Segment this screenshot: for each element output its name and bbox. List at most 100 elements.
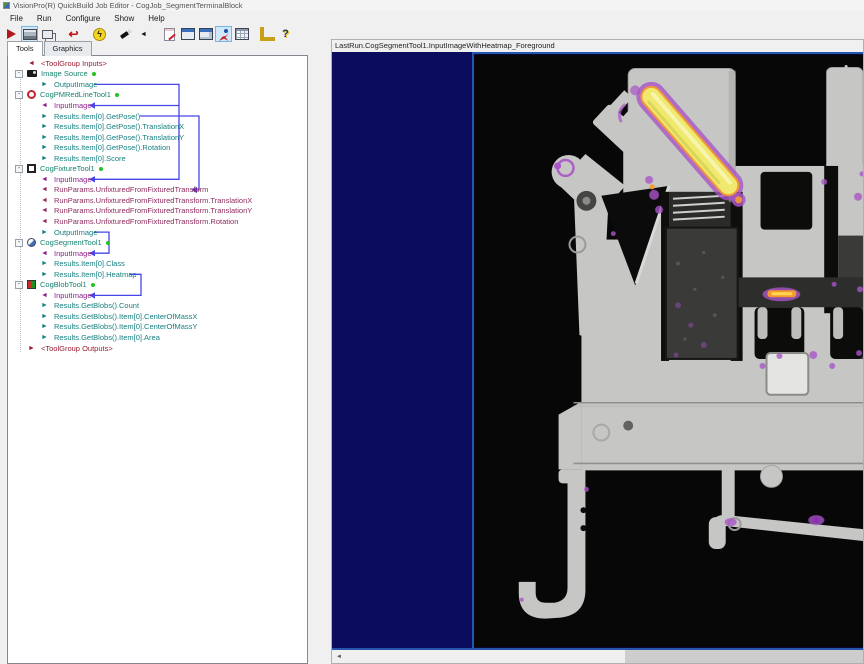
tree-row[interactable]: InputImage <box>8 174 307 185</box>
tree-row[interactable]: RunParams.UnfixturedFromFixturedTransfor… <box>8 185 307 196</box>
expander-icon[interactable] <box>15 91 23 99</box>
image-display-area[interactable] <box>332 52 863 650</box>
tree-row-label: CogFixtureTool1 <box>40 164 95 173</box>
tree-row[interactable]: <ToolGroup Outputs> <box>8 343 307 354</box>
tree-row-label: Results.Item[0].Class <box>54 259 125 268</box>
pin-arrow-icon <box>41 197 54 204</box>
tree-row[interactable]: Results.Item[0].Heatmap <box>8 269 307 280</box>
tree-row[interactable]: Image Source <box>8 69 307 80</box>
expander-icon[interactable] <box>15 239 23 247</box>
run-mode-button[interactable] <box>215 26 232 42</box>
tree-row-label: InputImage <box>54 249 92 258</box>
inspection-image <box>472 52 863 648</box>
tree-row[interactable]: RunParams.UnfixturedFromFixturedTransfor… <box>8 216 307 227</box>
pin-arrow-icon <box>28 345 41 352</box>
menu-item[interactable]: Help <box>141 12 171 25</box>
pin-arrow-icon <box>41 113 54 120</box>
scrollbar-track[interactable] <box>346 650 863 663</box>
tree-row-label: RunParams.UnfixturedFromFixturedTransfor… <box>54 217 238 226</box>
pin-arrow-icon <box>41 302 54 309</box>
run-job-button[interactable] <box>3 26 20 42</box>
tree-row[interactable]: Results.Item[0].GetPose().TranslationY <box>8 132 307 143</box>
tree-row-label: <ToolGroup Outputs> <box>41 344 113 353</box>
tree-row[interactable]: Results.Item[0].GetPose() <box>8 111 307 122</box>
job-notes-button[interactable] <box>161 26 178 42</box>
heatmap-blob-small <box>763 287 801 301</box>
tree-row[interactable]: CogFixtureTool1 <box>8 163 307 174</box>
window-title: VisionPro(R) QuickBuild Job Editor - Cog… <box>13 1 243 10</box>
title-bar: VisionPro(R) QuickBuild Job Editor - Cog… <box>0 0 864 11</box>
pin-arrow-icon <box>28 60 41 67</box>
tree-row-label: Results.GetBlobs().Item[0].CenterOfMassY <box>54 322 197 331</box>
tree-row[interactable]: InputImage <box>8 290 307 301</box>
scroll-left-button[interactable]: ◄ <box>332 650 346 663</box>
pointer-mode-button[interactable] <box>135 26 152 42</box>
image-display-button[interactable] <box>21 26 38 42</box>
pin-arrow-icon <box>41 334 54 341</box>
menu-item[interactable]: File <box>3 12 30 25</box>
tree-row-label: InputImage <box>54 101 92 110</box>
tree-row-label: CogSegmentTool1 <box>40 238 102 247</box>
modified-dot <box>115 93 119 97</box>
clear-graphics-button[interactable] <box>117 26 134 42</box>
horizontal-scrollbar: ◄ <box>332 650 863 663</box>
pin-arrow-icon <box>41 102 54 109</box>
help-button[interactable] <box>277 26 294 42</box>
floating-window-2-button[interactable] <box>197 26 214 42</box>
tool-tree-panel[interactable]: <ToolGroup Inputs> Image Source OutputIm… <box>7 55 308 664</box>
tree-row-label: Results.Item[0].Heatmap <box>54 270 137 279</box>
tree-row-label: RunParams.UnfixturedFromFixturedTransfor… <box>54 196 252 205</box>
pin-arrow-icon <box>41 229 54 236</box>
expander-icon[interactable] <box>15 70 23 78</box>
tree-row[interactable]: RunParams.UnfixturedFromFixturedTransfor… <box>8 195 307 206</box>
left-panel-tabs: ToolsGraphics <box>7 41 93 56</box>
pin-arrow-icon <box>41 250 54 257</box>
menu-bar: FileRunConfigureShowHelp <box>0 11 864 25</box>
tree-row[interactable]: InputImage <box>8 100 307 111</box>
scrollbar-thumb[interactable] <box>625 650 863 663</box>
menu-item[interactable]: Run <box>30 12 59 25</box>
tree-row[interactable]: Results.Item[0].GetPose().Rotation <box>8 142 307 153</box>
results-window-button[interactable] <box>233 26 250 42</box>
tree-row[interactable]: Results.GetBlobs().Item[0].Area <box>8 332 307 343</box>
reset-job-button[interactable] <box>65 26 82 42</box>
floating-window-1-button[interactable] <box>179 26 196 42</box>
job-profiler-button[interactable] <box>259 26 276 42</box>
trigger-run-button[interactable] <box>91 26 108 42</box>
pin-arrow-icon <box>41 186 54 193</box>
menu-item[interactable]: Show <box>107 12 141 25</box>
tree-row-label: Results.GetBlobs().Item[0].CenterOfMassX <box>54 312 197 321</box>
pin-arrow-icon <box>41 144 54 151</box>
tree-row[interactable]: CogPMRedLineTool1 <box>8 90 307 101</box>
tree-row-label: Results.Item[0].GetPose().Rotation <box>54 143 170 152</box>
expander-icon[interactable] <box>15 281 23 289</box>
tab[interactable]: Tools <box>7 41 43 56</box>
tree-row[interactable]: RunParams.UnfixturedFromFixturedTransfor… <box>8 206 307 217</box>
tree-row-label: <ToolGroup Inputs> <box>41 59 107 68</box>
tree-row[interactable]: <ToolGroup Inputs> <box>8 58 307 69</box>
tree-row[interactable]: Results.GetBlobs().Item[0].CenterOfMassY <box>8 322 307 333</box>
image-windows-button[interactable] <box>39 26 56 42</box>
tree-row[interactable]: Results.Item[0].Score <box>8 153 307 164</box>
pin-arrow-icon <box>41 81 54 88</box>
tree-row[interactable]: CogBlobTool1 <box>8 279 307 290</box>
menu-item[interactable]: Configure <box>59 12 108 25</box>
tree-row[interactable]: Results.Item[0].GetPose().TranslationX <box>8 121 307 132</box>
app-icon <box>3 2 10 9</box>
tree-row[interactable]: InputImage <box>8 248 307 259</box>
tree-row-label: Image Source <box>41 69 88 78</box>
tree-row[interactable]: CogSegmentTool1 <box>8 237 307 248</box>
tool-icon <box>27 280 36 289</box>
expander-icon[interactable] <box>15 165 23 173</box>
modified-dot <box>99 167 103 171</box>
tree-row[interactable]: Results.Item[0].Class <box>8 258 307 269</box>
image-viewport: LastRun.CogSegmentTool1.InputImageWithHe… <box>331 39 864 664</box>
tree-row-label: RunParams.UnfixturedFromFixturedTransfor… <box>54 206 252 215</box>
tab[interactable]: Graphics <box>44 41 92 56</box>
tree-row-label: Results.Item[0].GetPose().TranslationX <box>54 122 184 131</box>
tree-row[interactable]: Results.GetBlobs().Count <box>8 301 307 312</box>
tree-row[interactable]: Results.GetBlobs().Item[0].CenterOfMassX <box>8 311 307 322</box>
tree-row[interactable]: OutputImage <box>8 227 307 238</box>
tree-row[interactable]: OutputImage <box>8 79 307 90</box>
tool-icon <box>27 164 36 173</box>
